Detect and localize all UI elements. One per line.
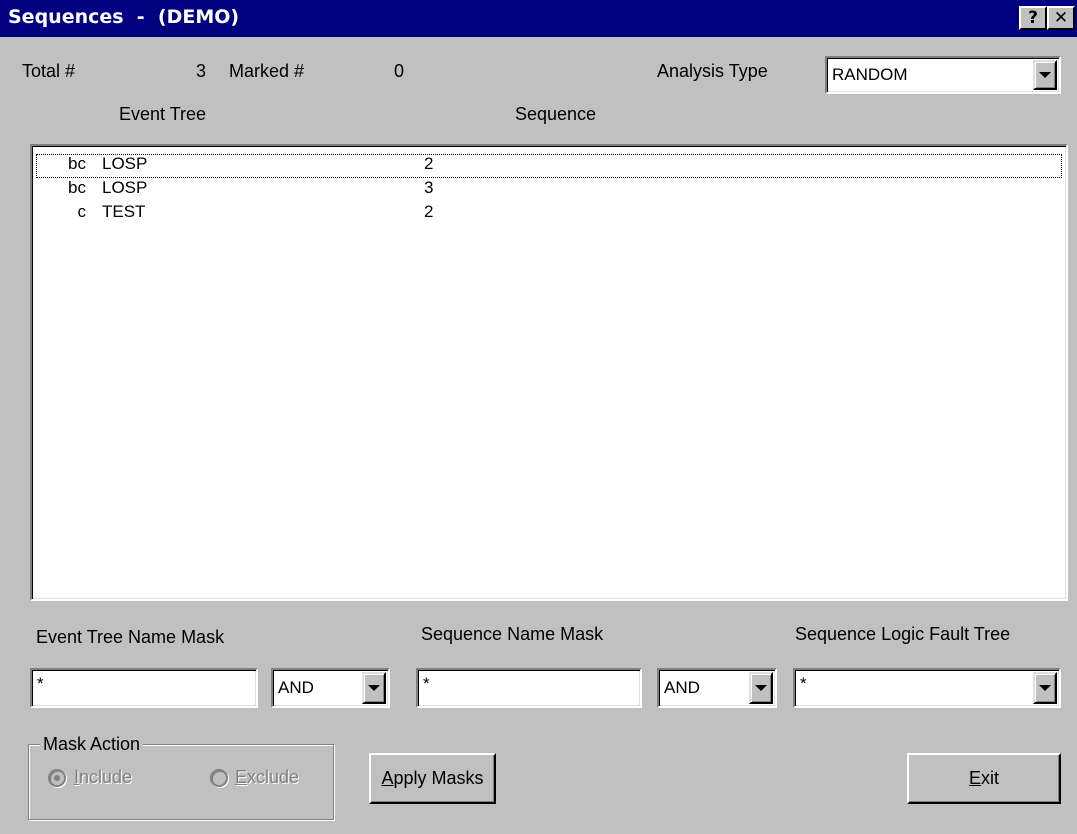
row-event-tree: LOSP <box>102 154 148 173</box>
analysis-type-select[interactable]: RANDOM <box>825 56 1061 94</box>
chevron-down-icon <box>755 685 767 691</box>
sequence-operator-select[interactable]: AND <box>657 668 777 708</box>
exclude-radio[interactable] <box>210 769 228 787</box>
sequence-mask-input[interactable]: * <box>416 668 642 708</box>
radio-selected-dot-icon <box>54 775 60 781</box>
help-button[interactable]: ? <box>1019 6 1047 30</box>
row-sequence: 2 <box>424 154 434 173</box>
include-radio[interactable] <box>48 769 66 787</box>
list-item[interactable]: bc LOSP 3 <box>36 178 1062 202</box>
logic-fault-tree-dropdown-button[interactable] <box>1033 672 1057 704</box>
total-label: Total # <box>22 61 76 81</box>
row-sequence: 2 <box>424 202 434 221</box>
logic-fault-tree-label: Sequence Logic Fault Tree <box>795 624 1011 644</box>
event-tree-operator-value: AND <box>278 678 314 697</box>
mask-action-group-label: Mask Action <box>40 734 144 755</box>
exit-button[interactable]: Exit <box>907 753 1061 804</box>
sequence-list[interactable]: bc LOSP 2 bc LOSP 3 c TEST 2 <box>30 144 1068 601</box>
list-item[interactable]: bc LOSP 2 <box>36 154 1062 178</box>
exclude-radio-label[interactable]: Exclude <box>235 767 299 788</box>
column-header-event-tree: Event Tree <box>119 104 207 124</box>
column-header-sequence: Sequence <box>515 104 597 124</box>
title-bar[interactable]: Sequences - (DEMO) ? ✕ <box>0 0 1077 37</box>
row-flag: c <box>77 202 87 221</box>
row-flag: bc <box>68 178 86 197</box>
event-tree-operator-dropdown-button[interactable] <box>362 672 386 704</box>
sequence-operator-value: AND <box>664 678 700 697</box>
analysis-type-value: RANDOM <box>832 65 908 84</box>
row-event-tree: LOSP <box>102 178 148 197</box>
event-tree-mask-label: Event Tree Name Mask <box>36 627 225 647</box>
row-flag: bc <box>68 154 86 173</box>
logic-fault-tree-value: * <box>800 674 807 694</box>
list-item[interactable]: c TEST 2 <box>36 202 1062 226</box>
sequence-operator-dropdown-button[interactable] <box>749 672 773 704</box>
event-tree-operator-select[interactable]: AND <box>271 668 390 708</box>
include-radio-label[interactable]: Include <box>74 767 132 788</box>
row-event-tree: TEST <box>102 202 146 221</box>
marked-label: Marked # <box>229 61 305 81</box>
logic-fault-tree-select[interactable]: * <box>793 668 1061 708</box>
chevron-down-icon <box>1039 72 1051 78</box>
sequence-mask-value: * <box>423 674 430 694</box>
chevron-down-icon <box>1039 685 1051 691</box>
event-tree-mask-input[interactable]: * <box>30 668 258 708</box>
row-sequence: 3 <box>424 178 434 197</box>
sequence-mask-label: Sequence Name Mask <box>421 624 604 644</box>
apply-masks-button[interactable]: Apply Masks <box>369 753 496 804</box>
marked-value: 0 <box>394 61 405 81</box>
analysis-type-label: Analysis Type <box>657 61 768 81</box>
total-value: 3 <box>196 61 207 81</box>
event-tree-mask-value: * <box>37 674 44 694</box>
chevron-down-icon <box>368 685 380 691</box>
close-button[interactable]: ✕ <box>1047 6 1075 30</box>
analysis-type-dropdown-button[interactable] <box>1033 60 1057 90</box>
window-title: Sequences - (DEMO) <box>8 6 240 28</box>
